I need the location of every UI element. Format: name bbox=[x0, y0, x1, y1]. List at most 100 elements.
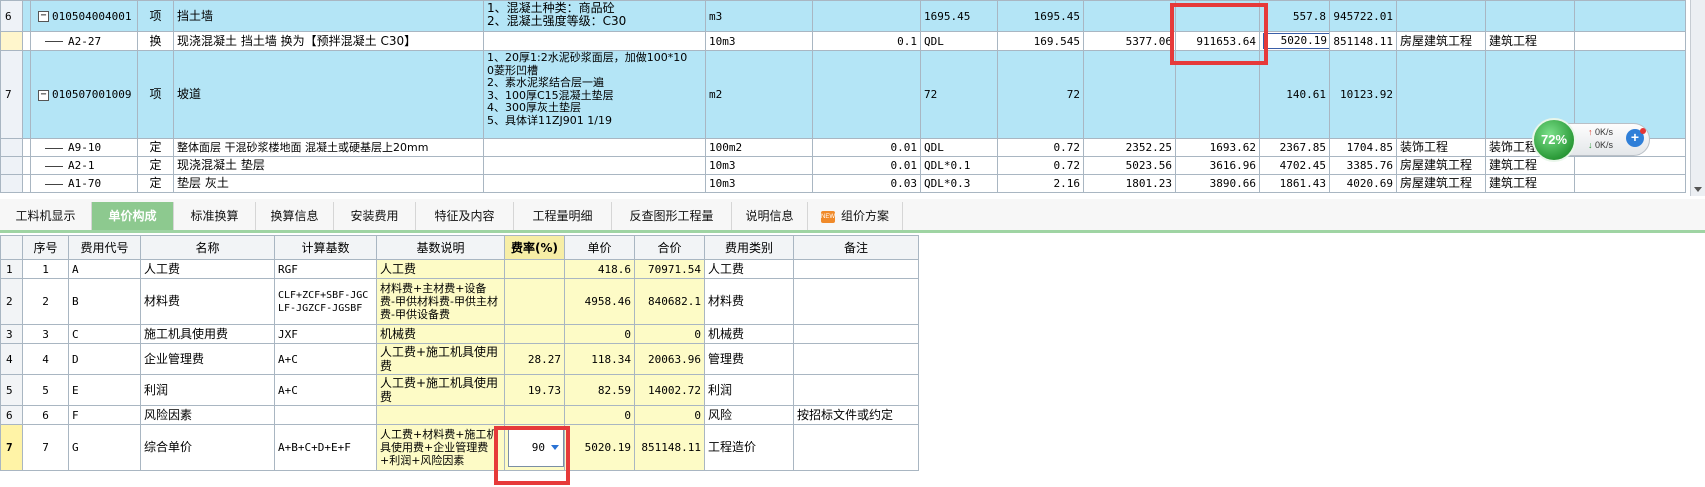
item-row-6[interactable]: 6 −010504004001 项 挡土墙 1、混凝土种类：商品砼 2、混凝土强度… bbox=[0, 0, 1686, 32]
row-number: 7 bbox=[0, 50, 23, 139]
item-code[interactable]: A2-1 bbox=[30, 156, 138, 175]
item-qty-formula[interactable]: QDL bbox=[920, 138, 998, 157]
item-name[interactable]: 垫层 灰土 bbox=[173, 174, 484, 193]
item-unit-price[interactable]: 5020.19 bbox=[1259, 31, 1330, 51]
item-code[interactable]: A2-27 bbox=[30, 31, 138, 51]
col-header-code[interactable]: 费用代号 bbox=[68, 235, 141, 260]
tab-labor-material[interactable]: 工料机显示 bbox=[0, 202, 92, 230]
rate-dropdown[interactable]: 90 bbox=[508, 428, 564, 467]
item-features[interactable] bbox=[483, 138, 706, 157]
item-unit-price[interactable]: 140.61 bbox=[1259, 50, 1330, 139]
item-code[interactable]: −010507001009 bbox=[30, 50, 138, 139]
item-row-a9-10[interactable]: A9-10 定 整体面层 干混砂浆楼地面 混凝土或硬基层上20mm 100m2 … bbox=[0, 138, 1686, 157]
collapse-icon[interactable]: − bbox=[38, 11, 49, 22]
tab-unit-price-composition[interactable]: 单价构成 bbox=[92, 202, 174, 230]
tab-features-content[interactable]: 特征及内容 bbox=[416, 202, 514, 230]
item-features[interactable] bbox=[483, 31, 706, 51]
item-qty-expr[interactable]: 0.03 bbox=[812, 174, 921, 193]
table-header: 序号 费用代号 名称 计算基数 基数说明 费率(%) 单价 合价 费用类别 备注 bbox=[0, 235, 919, 260]
item-name[interactable]: 坡道 bbox=[173, 50, 484, 139]
network-speed-widget[interactable]: 72% ↑ 0K/s ↓ 0K/s + bbox=[1532, 118, 1652, 162]
item-code[interactable]: A9-10 bbox=[30, 138, 138, 157]
col-header-rate[interactable]: 费率(%) bbox=[504, 235, 565, 260]
table-row[interactable]: 1 1 A 人工费 RGF 人工费 418.6 70971.54 人工费 bbox=[0, 259, 919, 279]
download-speed: ↓ 0K/s bbox=[1588, 140, 1614, 150]
item-unit[interactable]: 10m3 bbox=[705, 31, 813, 51]
item-name[interactable]: 挡土墙 bbox=[173, 0, 484, 32]
item-c1: 5377.06 bbox=[1083, 31, 1176, 51]
col-header-name[interactable]: 名称 bbox=[140, 235, 275, 260]
item-c1: 5023.56 bbox=[1083, 156, 1176, 175]
table-row[interactable]: 4 4 D 企业管理费 A+C 人工费+施工机具使用费 28.27 118.34… bbox=[0, 343, 919, 375]
item-unit[interactable]: m3 bbox=[705, 0, 813, 32]
item-unit-price[interactable]: 2367.85 bbox=[1259, 138, 1330, 157]
tab-description[interactable]: 说明信息 bbox=[732, 202, 808, 230]
item-unit-price[interactable]: 1861.43 bbox=[1259, 174, 1330, 193]
item-grid: 6 −010504004001 项 挡土墙 1、混凝土种类：商品砼 2、混凝土强度… bbox=[0, 0, 1690, 196]
item-features[interactable]: 1、20厚1:2水泥砂浆面层，加做100*10 0菱形凹槽 2、素水泥浆结合层一遍… bbox=[483, 50, 706, 139]
item-row-a2-27[interactable]: A2-27 换 现浇混凝土 挡土墙 换为【预拌混凝土 C30】 10m3 0.1… bbox=[0, 31, 1686, 51]
item-unit[interactable]: 10m3 bbox=[705, 174, 813, 193]
col-header-price[interactable]: 单价 bbox=[564, 235, 635, 260]
row-number bbox=[0, 174, 23, 193]
item-features[interactable]: 1、混凝土种类：商品砼 2、混凝土强度等级：C30 bbox=[483, 0, 706, 32]
item-qty-expr[interactable] bbox=[812, 0, 921, 32]
item-qty-formula[interactable]: QDL*0.3 bbox=[920, 174, 998, 193]
item-qty-expr[interactable]: 0.1 bbox=[812, 31, 921, 51]
table-row[interactable]: 6 6 F 风险因素 0 0 风险 按招标文件或约定 bbox=[0, 405, 919, 425]
unit-price-edit-field[interactable]: 5020.19 bbox=[1263, 33, 1329, 49]
item-qty-expr[interactable] bbox=[812, 50, 921, 139]
item-row-7[interactable]: 7 −010507001009 项 坡道 1、20厚1:2水泥砂浆面层，加做10… bbox=[0, 50, 1686, 139]
item-c1: 2352.25 bbox=[1083, 138, 1176, 157]
item-code[interactable]: A1-70 bbox=[30, 174, 138, 193]
col-header-base-desc[interactable]: 基数说明 bbox=[376, 235, 505, 260]
item-features[interactable] bbox=[483, 174, 706, 193]
item-qty-expr[interactable]: 0.01 bbox=[812, 138, 921, 157]
item-unit[interactable]: 100m2 bbox=[705, 138, 813, 157]
item-type: 定 bbox=[137, 174, 174, 193]
item-features[interactable] bbox=[483, 156, 706, 175]
table-row[interactable]: 3 3 C 施工机具使用费 JXF 机械费 0 0 机械费 bbox=[0, 324, 919, 344]
notification-dot-icon bbox=[1640, 128, 1646, 134]
item-name[interactable]: 现浇混凝土 垫层 bbox=[173, 156, 484, 175]
tab-installation-cost[interactable]: 安装费用 bbox=[334, 202, 416, 230]
tab-standard-conversion[interactable]: 标准换算 bbox=[174, 202, 256, 230]
tab-conversion-info[interactable]: 换算信息 bbox=[256, 202, 334, 230]
item-unit-price[interactable]: 4702.45 bbox=[1259, 156, 1330, 175]
item-qty-formula[interactable]: 1695.45 bbox=[920, 0, 998, 32]
table-row[interactable]: 5 5 E 利润 A+C 人工费+施工机具使用费 19.73 82.59 140… bbox=[0, 374, 919, 406]
vertical-scrollbar[interactable] bbox=[1690, 0, 1705, 196]
item-qty-formula[interactable]: QDL bbox=[920, 31, 998, 51]
tab-reverse-graphic-quantity[interactable]: 反查图形工程量 bbox=[612, 202, 732, 230]
item-qty-expr[interactable]: 0.01 bbox=[812, 156, 921, 175]
item-name[interactable]: 现浇混凝土 挡土墙 换为【预拌混凝土 C30】 bbox=[173, 31, 484, 51]
table-row[interactable]: 7 7 G 综合单价 A+B+C+D+E+F 人工费+材料费+施工机具使用费+企… bbox=[0, 424, 919, 471]
item-unit[interactable]: 10m3 bbox=[705, 156, 813, 175]
table-row[interactable]: 2 2 B 材料费 CLF+ZCF+SBF-JGCLF-JGZCF-JGSBF … bbox=[0, 278, 919, 325]
item-name[interactable]: 整体面层 干混砂浆楼地面 混凝土或硬基层上20mm bbox=[173, 138, 484, 157]
item-c2: 3890.66 bbox=[1175, 174, 1260, 193]
item-unit-price[interactable]: 557.8 bbox=[1259, 0, 1330, 32]
item-type: 定 bbox=[137, 138, 174, 157]
col-header-amount[interactable]: 合价 bbox=[634, 235, 705, 260]
tab-pricing-scheme[interactable]: NEW 组价方案 bbox=[808, 202, 903, 230]
item-quantity: 169.545 bbox=[997, 31, 1084, 51]
item-qty-formula[interactable]: QDL*0.1 bbox=[920, 156, 998, 175]
chevron-down-icon[interactable] bbox=[551, 445, 559, 450]
item-qty-formula[interactable]: 72 bbox=[920, 50, 998, 139]
item-cat2: 建筑工程 bbox=[1485, 174, 1575, 193]
item-cat1 bbox=[1396, 50, 1486, 139]
item-code[interactable]: −010504004001 bbox=[30, 0, 138, 32]
tab-quantity-detail[interactable]: 工程量明细 bbox=[514, 202, 612, 230]
item-quantity: 0.72 bbox=[997, 138, 1084, 157]
item-row-a1-70[interactable]: A1-70 定 垫层 灰土 10m3 0.03 QDL*0.3 2.16 180… bbox=[0, 174, 1686, 193]
col-header-remark[interactable]: 备注 bbox=[793, 235, 919, 260]
col-header-seq[interactable]: 序号 bbox=[22, 235, 69, 260]
collapse-icon[interactable]: − bbox=[38, 89, 49, 101]
rate-dropdown-cell[interactable]: 90 bbox=[504, 424, 565, 471]
col-header-category[interactable]: 费用类别 bbox=[704, 235, 794, 260]
item-row-a2-1[interactable]: A2-1 定 现浇混凝土 垫层 10m3 0.01 QDL*0.1 0.72 5… bbox=[0, 156, 1686, 175]
item-unit[interactable]: m2 bbox=[705, 50, 813, 139]
col-header-base[interactable]: 计算基数 bbox=[274, 235, 377, 260]
scroll-down-icon[interactable] bbox=[1694, 187, 1702, 192]
